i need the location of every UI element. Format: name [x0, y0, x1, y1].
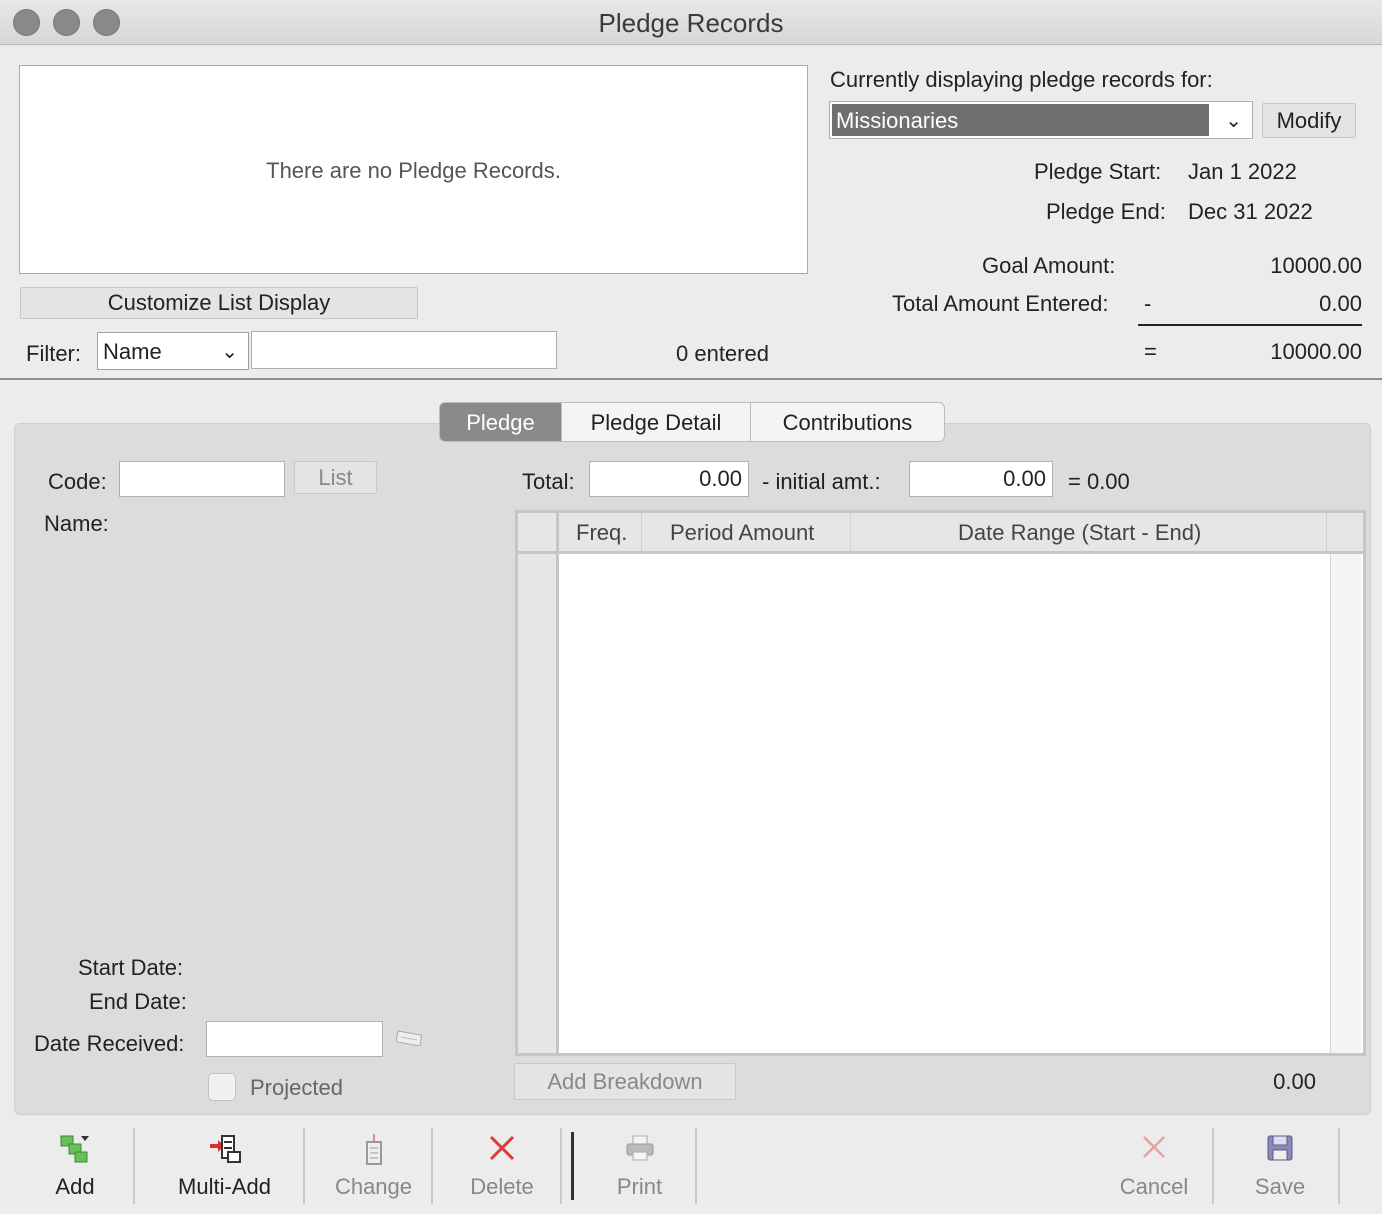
save-button-label: Save	[1254, 1174, 1306, 1199]
projected-checkbox[interactable]	[208, 1073, 236, 1101]
minus-sign: -	[1144, 291, 1152, 316]
save-button[interactable]: Save	[1222, 1128, 1340, 1204]
column-date-range[interactable]: Date Range (Start - End)	[958, 520, 1201, 546]
add-button[interactable]: Add	[17, 1128, 135, 1204]
total-label: Total:	[522, 469, 575, 494]
change-button[interactable]: Change	[316, 1128, 433, 1204]
goal-amount-value: 10000.00	[1270, 253, 1362, 278]
chevron-down-icon: ⌄	[221, 341, 238, 363]
pledge-start-label: Pledge Start:	[1034, 159, 1162, 184]
multi-add-button-label: Multi-Add	[178, 1174, 271, 1199]
modify-button[interactable]: Modify	[1262, 103, 1356, 138]
breakdown-total: 0.00	[1273, 1069, 1316, 1094]
printer-icon	[584, 1134, 695, 1169]
pledge-start-value: Jan 1 2022	[1188, 159, 1297, 184]
goal-amount-label: Goal Amount:	[982, 253, 1116, 278]
end-date-label: End Date:	[89, 989, 187, 1014]
date-received-label: Date Received:	[34, 1031, 185, 1056]
initial-amount-input[interactable]	[909, 461, 1053, 497]
total-entered-value: 0.00	[1319, 291, 1362, 316]
pledge-end-label: Pledge End:	[1046, 199, 1166, 224]
list-button[interactable]: List	[294, 461, 377, 494]
projected-label: Projected	[250, 1075, 343, 1100]
calendar-icon[interactable]	[395, 1030, 423, 1047]
empty-list-message: There are no Pledge Records.	[266, 158, 561, 183]
floppy-disk-icon	[1222, 1134, 1338, 1169]
entered-count: 0 entered	[676, 341, 769, 366]
currently-displaying-label: Currently displaying pledge records for:	[830, 67, 1213, 92]
total-input[interactable]	[589, 461, 749, 497]
pledge-records-list[interactable]: There are no Pledge Records.	[19, 65, 808, 274]
name-label: Name:	[44, 511, 109, 536]
chevron-down-icon: ⌄	[1225, 110, 1242, 132]
tab-contributions[interactable]: Contributions	[750, 402, 945, 442]
change-button-label: Change	[334, 1174, 413, 1199]
total-entered-label: Total Amount Entered:	[892, 291, 1109, 316]
initial-amount-label: - initial amt.:	[762, 469, 881, 494]
cancel-button[interactable]: Cancel	[1096, 1128, 1214, 1204]
delete-button-label: Delete	[470, 1174, 534, 1199]
start-date-label: Start Date:	[78, 955, 184, 980]
print-button[interactable]: Print	[584, 1128, 697, 1204]
category-value: Missionaries	[836, 108, 959, 133]
tab-pledge-detail[interactable]: Pledge Detail	[561, 402, 751, 442]
toolbar-divider	[571, 1132, 574, 1200]
filter-field-select[interactable]: Name ⌄	[97, 332, 249, 370]
breakdown-grid[interactable]: Freq. Period Amount Date Range (Start - …	[515, 510, 1366, 1056]
filter-text-input[interactable]	[251, 331, 557, 369]
add-button-label: Add	[55, 1174, 95, 1199]
grid-header: Freq. Period Amount Date Range (Start - …	[518, 513, 1363, 554]
column-period-amount[interactable]: Period Amount	[670, 520, 814, 546]
sum-divider	[1138, 324, 1362, 326]
column-freq[interactable]: Freq.	[576, 520, 627, 546]
category-select[interactable]: Missionaries ⌄	[829, 101, 1253, 139]
code-input[interactable]	[119, 461, 285, 497]
equals-sign: =	[1144, 339, 1157, 364]
multi-add-icon	[146, 1134, 303, 1171]
add-breakdown-button[interactable]: Add Breakdown	[514, 1063, 736, 1100]
date-received-input[interactable]	[206, 1021, 383, 1057]
customize-list-display-button[interactable]: Customize List Display	[20, 287, 418, 319]
tab-pledge[interactable]: Pledge	[439, 402, 562, 442]
row-header-column	[518, 554, 559, 1053]
grid-scrollbar[interactable]	[1330, 554, 1361, 1053]
add-icon	[17, 1134, 133, 1171]
remaining-value: 10000.00	[1270, 339, 1362, 364]
delete-x-icon	[444, 1134, 560, 1169]
pledge-end-value: Dec 31 2022	[1188, 199, 1313, 224]
filter-label: Filter:	[26, 341, 81, 366]
filter-field-value: Name	[103, 339, 162, 364]
net-result: = 0.00	[1068, 469, 1130, 494]
cancel-button-label: Cancel	[1119, 1174, 1189, 1199]
delete-button[interactable]: Delete	[444, 1128, 562, 1204]
multi-add-button[interactable]: Multi-Add	[146, 1128, 305, 1204]
cancel-x-icon	[1096, 1134, 1212, 1167]
section-separator	[0, 378, 1382, 380]
code-label: Code:	[48, 469, 107, 494]
print-button-label: Print	[616, 1174, 663, 1199]
window-title: Pledge Records	[598, 8, 784, 38]
change-icon	[316, 1134, 431, 1173]
